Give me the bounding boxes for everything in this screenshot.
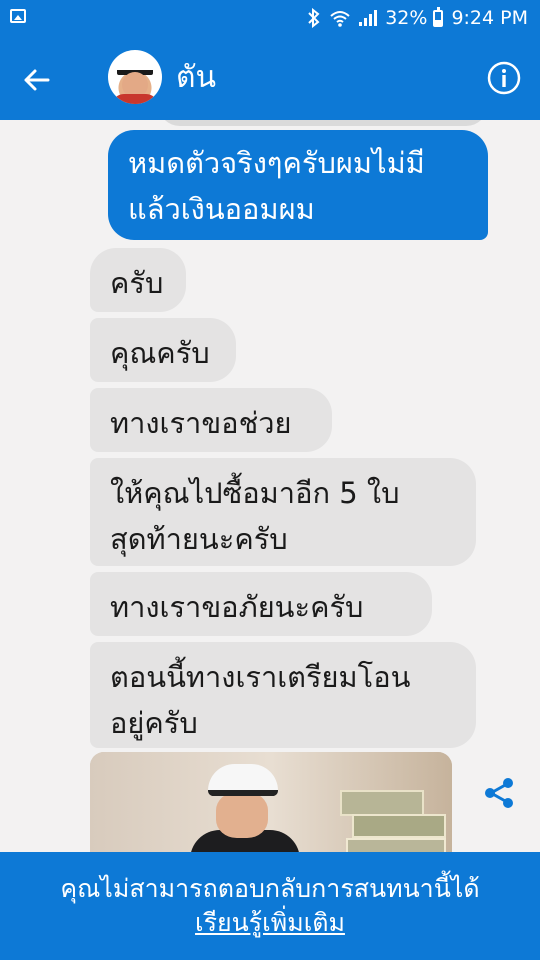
back-button[interactable] [14, 58, 58, 102]
cannot-reply-banner: คุณไม่สามารถตอบกลับการสนทนานี้ได้ เรียนร… [0, 852, 540, 960]
share-icon [485, 778, 513, 808]
bluetooth-icon [307, 8, 321, 28]
message-text: คุณครับ [110, 336, 210, 370]
contact-name[interactable]: ตัน [176, 56, 216, 100]
message-text: ตอนนี้ทางเราเตรียมโอน อยู่ครับ [110, 660, 411, 740]
received-message-bubble[interactable]: ครับ [90, 248, 186, 312]
status-bar: 32% 9:24 PM [0, 0, 540, 36]
received-message-bubble[interactable]: คุณครับ [90, 318, 236, 382]
info-icon [487, 61, 521, 95]
previous-message-bubble [158, 120, 488, 126]
message-text: ครับ [110, 266, 164, 300]
image-icon [10, 9, 26, 23]
battery-percent: 32% [385, 7, 428, 29]
received-message-bubble[interactable]: ทางเราขอช่วย [90, 388, 332, 452]
signal-icon [359, 10, 378, 26]
received-message-bubble[interactable]: ตอนนี้ทางเราเตรียมโอน อยู่ครับ [90, 642, 476, 748]
share-button[interactable] [482, 776, 516, 810]
message-list[interactable]: หมดตัวจริงๆครับผมไม่มี แล้วเงินออมผม ครั… [0, 120, 540, 852]
info-button[interactable] [486, 60, 522, 96]
arrow-left-icon [24, 69, 50, 91]
conversation-header: ตัน [0, 36, 540, 120]
cannot-reply-notice: คุณไม่สามารถตอบกลับการสนทนานี้ได้ [60, 874, 480, 903]
message-text: หมดตัวจริงๆครับผมไม่มี แล้วเงินออมผม [128, 146, 425, 226]
battery-icon [433, 6, 444, 27]
message-text: ทางเราขอช่วย [110, 406, 292, 440]
clock: 9:24 PM [451, 7, 528, 29]
wifi-icon [329, 9, 351, 27]
photo-attachment[interactable] [90, 752, 452, 852]
sent-message-bubble[interactable]: หมดตัวจริงๆครับผมไม่มี แล้วเงินออมผม [108, 130, 488, 240]
contact-avatar[interactable] [108, 50, 162, 104]
message-text: ทางเราขอภัยนะครับ [110, 590, 364, 624]
received-message-bubble[interactable]: ทางเราขอภัยนะครับ [90, 572, 432, 636]
message-text: ให้คุณไปซื้อมาอีก 5 ใบ สุดท้ายนะครับ [110, 476, 400, 556]
learn-more-link[interactable]: เรียนรู้เพิ่มเติม [195, 906, 345, 940]
received-message-bubble[interactable]: ให้คุณไปซื้อมาอีก 5 ใบ สุดท้ายนะครับ [90, 458, 476, 566]
